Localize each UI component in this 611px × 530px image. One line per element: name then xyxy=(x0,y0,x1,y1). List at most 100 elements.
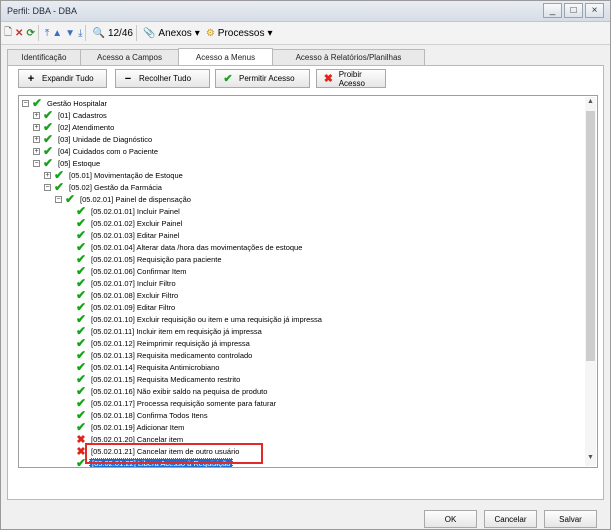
scroll-down-arrow[interactable]: ▼ xyxy=(585,454,596,465)
tree-item-label: [05.02.01.17] Processa requisição soment… xyxy=(91,398,277,408)
tree-item[interactable]: ✔ [05.02.01.16] Não exibir saldo na pequi… xyxy=(66,385,269,397)
tree-item-label: [04] Cuidados com o Paciente xyxy=(58,146,159,156)
tree-item-label: [05.02.01.08] Excluir Filtro xyxy=(91,290,179,300)
tree-item-label: [05.02.01.07] Incluir Filtro xyxy=(91,278,176,288)
tab-identificacao[interactable]: Identificação xyxy=(7,49,81,65)
tree-item[interactable]: − ✔ [05] Estoque xyxy=(33,157,102,169)
expand-node-icon[interactable]: + xyxy=(44,171,51,179)
last-record-icon[interactable]: ⤓ xyxy=(78,24,82,42)
profile-window: Perfil: DBA - DBA _ □ × 🗋 ✕ ⟳ ⤒ ▲ ▼ ⤓ 🔍 … xyxy=(0,0,611,530)
expand-all-button[interactable]: + Expandir Tudo xyxy=(18,69,107,88)
tab-strip: Identificação Acesso a Campos Acesso a M… xyxy=(7,48,425,66)
tree-item-label: [05.02.01.01] Incluir Painel xyxy=(91,206,180,216)
processes-icon[interactable]: ⚙ xyxy=(206,24,215,42)
tree-item[interactable]: ✔ [05.02.01.17] Processa requisição somen… xyxy=(66,397,278,409)
close-button[interactable]: × xyxy=(585,3,604,18)
expand-node-icon[interactable]: + xyxy=(33,123,40,131)
processos-menu[interactable]: Processos xyxy=(218,28,265,39)
tree-item-label: [05.02.01.18] Confirma Todos Itens xyxy=(91,410,208,420)
minimize-button[interactable]: _ xyxy=(543,3,562,18)
tree-item-label: [05.02.01.15] Requisita Medicamento rest… xyxy=(91,374,241,384)
processos-dropdown-icon[interactable]: ▾ xyxy=(267,28,272,39)
anexos-menu[interactable]: Anexos xyxy=(158,28,191,39)
tree-item-label: [05.02.01.13] Requisita medicamento cont… xyxy=(91,350,253,360)
tree-item-label: [05.02.01.12] Reimprimir requisição já i… xyxy=(91,338,250,348)
tree-item-label: [05] Estoque xyxy=(58,158,101,168)
window-controls: _ □ × xyxy=(543,3,604,18)
tree-item[interactable]: − ✔ Gestão Hospitalar xyxy=(22,97,109,109)
collapse-node-icon[interactable]: − xyxy=(33,159,40,167)
next-record-icon[interactable]: ▼ xyxy=(65,24,75,42)
refresh-icon[interactable]: ⟳ xyxy=(26,24,34,42)
first-record-icon[interactable]: ⤒ xyxy=(45,24,49,42)
plus-icon: + xyxy=(27,72,35,85)
tree-item[interactable]: ✔ [05.02.01.12] Reimprimir requisição já … xyxy=(66,337,252,349)
menu-access-tree[interactable]: ▲ ▼ − ✔ Gestão Hospitalar + ✔ [01] Cadastros +… xyxy=(18,95,598,468)
allow-access-button[interactable]: ✔ Permitir Acesso xyxy=(215,69,310,88)
expand-node-icon[interactable]: + xyxy=(33,147,40,155)
check-icon: ✔ xyxy=(223,73,233,85)
tree-item-label: [05.02.01.03] Editar Painel xyxy=(91,230,180,240)
tree-item[interactable]: ✔ [05.02.01.10] Excluir requisição ou ite… xyxy=(66,313,324,325)
expand-all-label: Expandir Tudo xyxy=(42,74,94,83)
tree-item[interactable]: − ✔ [05.02] Gestão da Farmácia xyxy=(44,181,164,193)
attachment-icon[interactable]: 📎 xyxy=(143,24,155,42)
tree-item-label: [05.02.01.16] Não exibir saldo na pequis… xyxy=(91,386,268,396)
tab-acesso-campos[interactable]: Acesso a Campos xyxy=(80,49,179,65)
previous-record-icon[interactable]: ▲ xyxy=(52,24,62,42)
collapse-all-label: Recolher Tudo xyxy=(139,74,192,83)
tree-item-label: [05.02.01.02] Excluir Painel xyxy=(91,218,183,228)
scroll-up-arrow[interactable]: ▲ xyxy=(585,98,596,109)
deny-access-button[interactable]: ✖ Proibir Acesso xyxy=(316,69,386,88)
delete-icon[interactable]: ✕ xyxy=(15,24,23,42)
tree-item-label: [05.02.01.10] Excluir requisição ou item… xyxy=(91,314,322,324)
tree-item-label: [05.02.01.14] Requisita Antimicrobiano xyxy=(91,362,220,372)
access-granted-icon[interactable]: ✔ xyxy=(42,157,54,169)
tree-item[interactable]: + ✔ [05.01] Movimentação de Estoque xyxy=(44,169,185,181)
collapse-all-button[interactable]: − Recolher Tudo xyxy=(115,69,210,88)
tree-item[interactable]: ✔ [05.02.01.15] Requisita Medicamento res… xyxy=(66,373,242,385)
tree-item-label: [03] Unidade de Diagnóstico xyxy=(58,134,153,144)
collapse-node-icon[interactable]: − xyxy=(55,195,62,203)
tab-acesso-menus[interactable]: Acesso a Menus xyxy=(178,48,273,65)
access-granted-icon[interactable]: ✔ xyxy=(75,421,87,433)
tree-item-label: [05.02.01.09] Editar Filtro xyxy=(91,302,176,312)
access-granted-icon[interactable]: ✔ xyxy=(31,97,43,109)
tree-item[interactable]: ✔ [05.02.01.19] Adicionar Item xyxy=(66,421,186,433)
tree-item[interactable]: ✔ [05.02.01.13] Requisita medicamento con… xyxy=(66,349,254,361)
collapse-node-icon[interactable]: − xyxy=(22,99,29,107)
highlight-frame xyxy=(85,443,263,464)
access-granted-icon[interactable]: ✔ xyxy=(64,193,76,205)
tree-item-label: [05.02.01.05] Requisição para paciente xyxy=(91,254,222,264)
collapse-node-icon[interactable]: − xyxy=(44,183,51,191)
tree-item-label: [05.02.01.19] Adicionar Item xyxy=(91,422,185,432)
deny-access-label: Proibir Acesso xyxy=(338,69,365,88)
access-granted-icon[interactable]: ✔ xyxy=(53,181,65,193)
ok-button[interactable]: OK xyxy=(424,510,477,528)
anexos-dropdown-icon[interactable]: ▾ xyxy=(195,28,200,39)
tree-item[interactable]: ✔ [05.02.01.11] Incluir item em requisiçã… xyxy=(66,325,264,337)
tree-item[interactable]: ✔ [05.02.01.04] Alterar data /hora das mo… xyxy=(66,241,304,253)
tree-item-label: Gestão Hospitalar xyxy=(47,98,108,108)
save-button[interactable]: Salvar xyxy=(544,510,597,528)
toolbar-separator xyxy=(37,25,39,41)
scroll-thumb[interactable] xyxy=(586,111,595,361)
new-icon[interactable]: 🗋 xyxy=(4,24,12,42)
find-icon[interactable]: 🔍 xyxy=(92,24,104,42)
allow-access-label: Permitir Acesso xyxy=(239,74,295,83)
tree-item[interactable]: ✔ [05.02.01.18] Confirma Todos Itens xyxy=(66,409,210,421)
tab-acesso-relatorios[interactable]: Acesso à Relatórios/Planilhas xyxy=(272,49,425,65)
tree-item-label: [05.02.01] Painel de dispensação xyxy=(80,194,191,204)
window-title: Perfil: DBA - DBA xyxy=(7,6,78,16)
tree-item[interactable]: ✔ [05.02.01.05] Requisição para paciente xyxy=(66,253,224,265)
expand-node-icon[interactable]: + xyxy=(33,135,40,143)
vertical-scrollbar[interactable]: ▲ ▼ xyxy=(585,97,596,466)
cross-icon: ✖ xyxy=(323,73,333,85)
cancel-button[interactable]: Cancelar xyxy=(484,510,537,528)
toolbar-separator xyxy=(135,25,137,41)
minus-icon: − xyxy=(124,72,132,85)
expand-node-icon[interactable]: + xyxy=(33,111,40,119)
tree-item[interactable]: ✔ [05.02.01.14] Requisita Antimicrobiano xyxy=(66,361,221,373)
maximize-button[interactable]: □ xyxy=(564,3,583,18)
tree-item-label: [05.02.01.04] Alterar data /hora das mov… xyxy=(91,242,303,252)
